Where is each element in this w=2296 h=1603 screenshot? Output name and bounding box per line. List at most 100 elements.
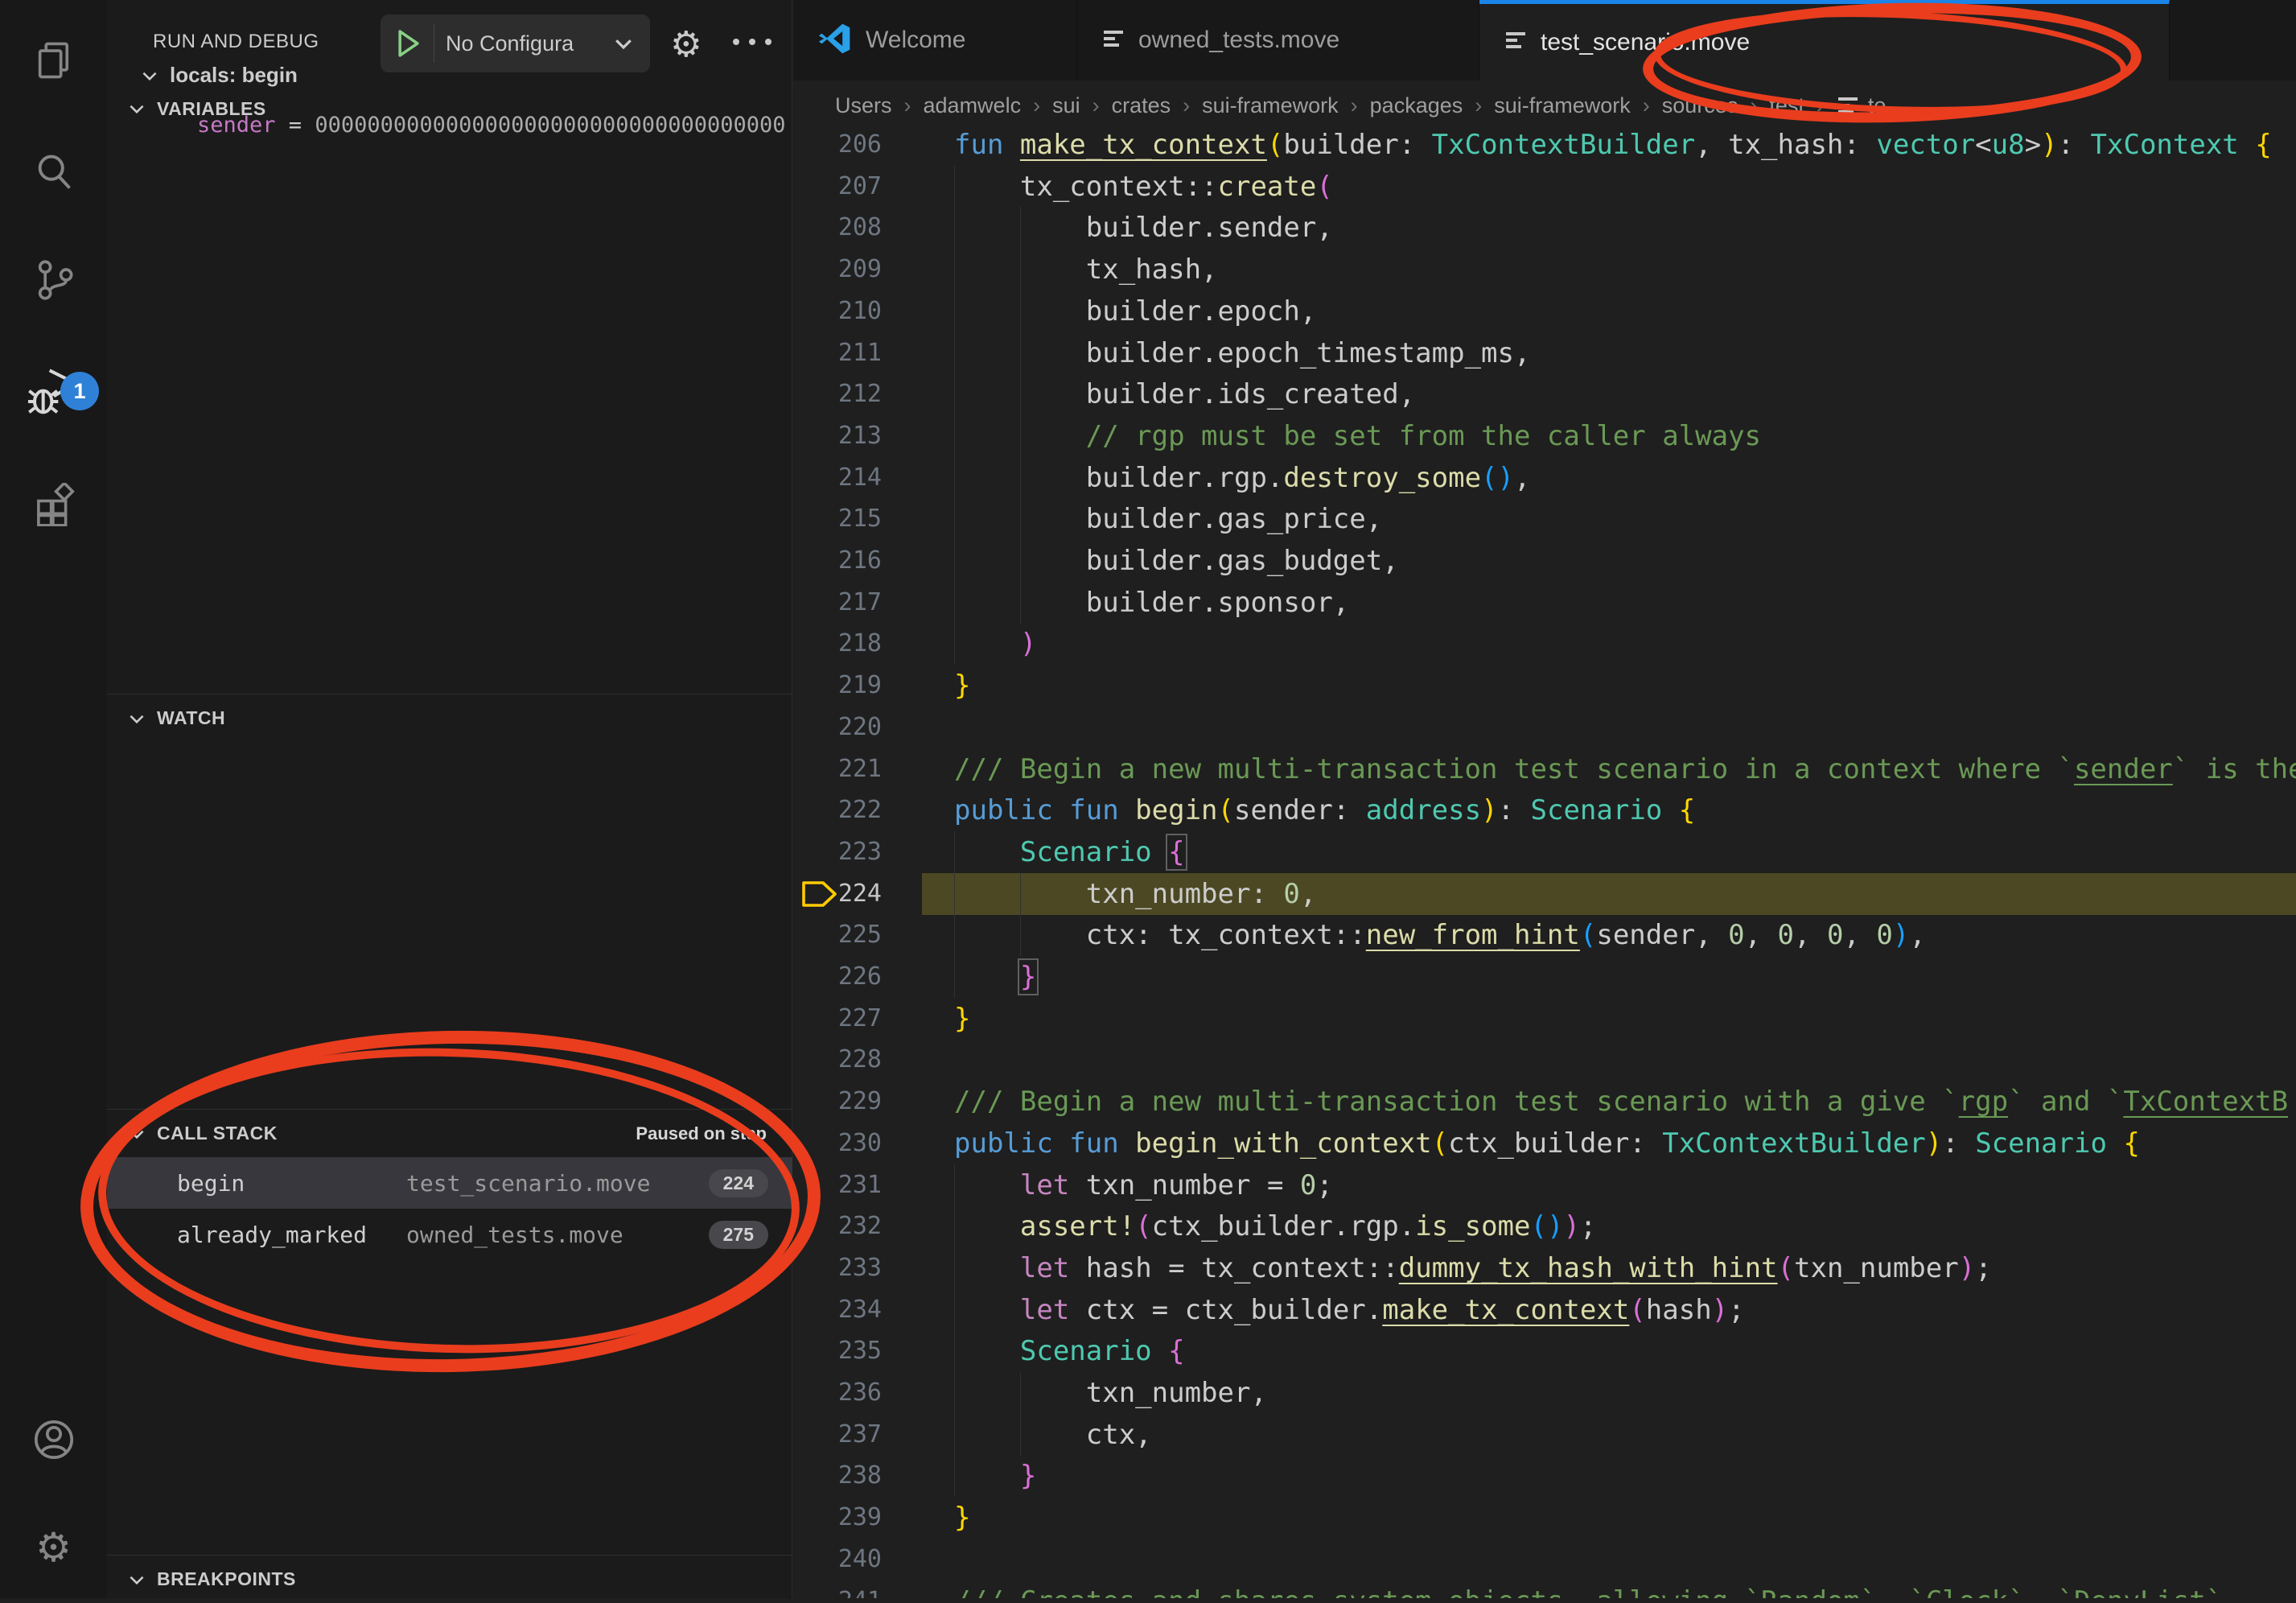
more-actions-icon[interactable] [728, 34, 776, 50]
line-number[interactable]: 236 [793, 1372, 914, 1414]
code-line[interactable]: 232 assert!(ctx_builder.rgp.is_some()); [793, 1205, 2296, 1247]
breadcrumb-item[interactable]: test [1769, 93, 1804, 118]
line-number[interactable]: 214 [793, 457, 914, 499]
extensions-icon[interactable] [0, 460, 107, 549]
code-line[interactable]: 233 let hash = tx_context::dummy_tx_hash… [793, 1247, 2296, 1289]
line-number[interactable]: 207 [793, 166, 914, 208]
breadcrumb-item[interactable]: sources [1662, 93, 1738, 118]
code-line[interactable]: 227} [793, 998, 2296, 1040]
tab-Welcome[interactable]: Welcome [793, 0, 1077, 80]
line-number[interactable]: 209 [793, 249, 914, 291]
account-icon[interactable] [0, 1395, 107, 1484]
code-line[interactable]: 223 Scenario { [793, 831, 2296, 873]
breadcrumb[interactable]: Users›adamwelc›sui›crates›sui-framework›… [793, 80, 2296, 130]
locals-scope-row[interactable]: locals: begin [139, 63, 298, 88]
code-line[interactable]: 234 let ctx = ctx_builder.make_tx_contex… [793, 1289, 2296, 1331]
line-number[interactable]: 226 [793, 956, 914, 998]
code-line[interactable]: 236 txn_number, [793, 1372, 2296, 1414]
breadcrumb-item[interactable]: packages [1370, 93, 1463, 118]
code-line[interactable]: 217 builder.sponsor, [793, 582, 2296, 624]
line-number[interactable]: 235 [793, 1330, 914, 1372]
line-number[interactable]: 240 [793, 1539, 914, 1580]
code-line[interactable]: 239} [793, 1497, 2296, 1539]
line-number[interactable]: 218 [793, 623, 914, 665]
code-line[interactable]: 237 ctx, [793, 1414, 2296, 1456]
watch-section-header[interactable]: WATCH [107, 694, 792, 742]
paused-line-marker-icon[interactable] [801, 879, 838, 909]
line-number[interactable]: 227 [793, 998, 914, 1040]
line-number[interactable]: 216 [793, 540, 914, 582]
code-line[interactable]: 230public fun begin_with_context(ctx_bui… [793, 1123, 2296, 1164]
search-icon[interactable] [0, 127, 107, 216]
line-number[interactable]: 231 [793, 1164, 914, 1206]
breadcrumb-file[interactable]: te [1836, 92, 1887, 119]
debug-config-dropdown[interactable]: No Configura [381, 14, 650, 72]
code-line[interactable]: 209 tx_hash, [793, 249, 2296, 291]
line-number[interactable]: 212 [793, 373, 914, 415]
tab-owned_tests.move[interactable]: owned_tests.move [1077, 0, 1479, 80]
code-line[interactable]: 216 builder.gas_budget, [793, 540, 2296, 582]
variable-row[interactable]: sender = 0000000000000000000000000000000… [197, 113, 784, 138]
explorer-icon[interactable] [0, 16, 107, 105]
code-line[interactable]: 225 ctx: tx_context::new_from_hint(sende… [793, 914, 2296, 956]
breadcrumb-item[interactable]: crates [1112, 93, 1171, 118]
settings-gear-small-icon[interactable]: ⚙ [670, 24, 702, 65]
tab-test_scenario.move[interactable]: test_scenario.move [1479, 0, 2170, 80]
line-number[interactable]: 213 [793, 415, 914, 457]
code-line[interactable]: 241/// Creates and shares system objects… [793, 1580, 2296, 1599]
breakpoints-section-header[interactable]: BREAKPOINTS [107, 1555, 792, 1603]
code-line[interactable]: 231 let txn_number = 0; [793, 1164, 2296, 1206]
code-line[interactable]: 207 tx_context::create( [793, 166, 2296, 208]
code-line[interactable]: 210 builder.epoch, [793, 291, 2296, 332]
breadcrumb-item[interactable]: sui-framework [1202, 93, 1339, 118]
call-stack-frame[interactable]: already_markedowned_tests.move275 [107, 1209, 792, 1260]
source-control-icon[interactable] [0, 236, 107, 324]
line-number[interactable]: 217 [793, 582, 914, 624]
code-line[interactable]: 211 builder.epoch_timestamp_ms, [793, 332, 2296, 374]
line-number[interactable]: 219 [793, 665, 914, 707]
line-number[interactable]: 225 [793, 914, 914, 956]
line-number[interactable]: 222 [793, 789, 914, 831]
code-line[interactable]: 224 txn_number: 0, [793, 873, 2296, 915]
line-number[interactable]: 232 [793, 1205, 914, 1247]
code-line[interactable]: 218 ) [793, 623, 2296, 665]
code-line[interactable]: 221/// Begin a new multi-transaction tes… [793, 748, 2296, 790]
code-line[interactable]: 229/// Begin a new multi-transaction tes… [793, 1081, 2296, 1123]
start-debug-icon[interactable] [395, 28, 422, 59]
code-line[interactable]: 222public fun begin(sender: address): Sc… [793, 789, 2296, 831]
line-number[interactable]: 233 [793, 1247, 914, 1289]
breadcrumb-item[interactable]: adamwelc [924, 93, 1022, 118]
line-number[interactable]: 238 [793, 1455, 914, 1497]
line-number[interactable]: 229 [793, 1081, 914, 1123]
breadcrumb-item[interactable]: Users [835, 93, 892, 118]
code-line[interactable]: 238 } [793, 1455, 2296, 1497]
code-line[interactable]: 213 // rgp must be set from the caller a… [793, 415, 2296, 457]
code-line[interactable]: 214 builder.rgp.destroy_some(), [793, 457, 2296, 499]
line-number[interactable]: 211 [793, 332, 914, 374]
line-number[interactable]: 230 [793, 1123, 914, 1164]
settings-gear-icon[interactable]: ⚙ [0, 1503, 107, 1592]
run-and-debug-icon[interactable]: 1 [0, 348, 107, 436]
line-number[interactable]: 220 [793, 707, 914, 748]
line-number[interactable]: 223 [793, 831, 914, 873]
code-area[interactable]: 206fun make_tx_context(builder: TxContex… [793, 0, 2296, 1598]
code-line[interactable]: 219} [793, 665, 2296, 707]
line-number[interactable]: 234 [793, 1289, 914, 1331]
line-number[interactable]: 208 [793, 207, 914, 249]
line-number[interactable]: 221 [793, 748, 914, 790]
code-line[interactable]: 212 builder.ids_created, [793, 373, 2296, 415]
code-line[interactable]: 208 builder.sender, [793, 207, 2296, 249]
line-number[interactable]: 228 [793, 1039, 914, 1081]
call-stack-frame[interactable]: begintest_scenario.move224 [107, 1157, 792, 1209]
line-number[interactable]: 237 [793, 1414, 914, 1456]
code-line[interactable]: 215 builder.gas_price, [793, 498, 2296, 540]
line-number[interactable]: 241 [793, 1580, 914, 1599]
code-line[interactable]: 240 [793, 1539, 2296, 1580]
call-stack-section-header[interactable]: CALL STACK Paused on step [107, 1109, 792, 1157]
line-number[interactable]: 210 [793, 291, 914, 332]
breadcrumb-item[interactable]: sui [1052, 93, 1080, 118]
line-number[interactable]: 215 [793, 498, 914, 540]
breadcrumb-item[interactable]: sui-framework [1494, 93, 1631, 118]
code-line[interactable]: 226 } [793, 956, 2296, 998]
line-number[interactable]: 239 [793, 1497, 914, 1539]
